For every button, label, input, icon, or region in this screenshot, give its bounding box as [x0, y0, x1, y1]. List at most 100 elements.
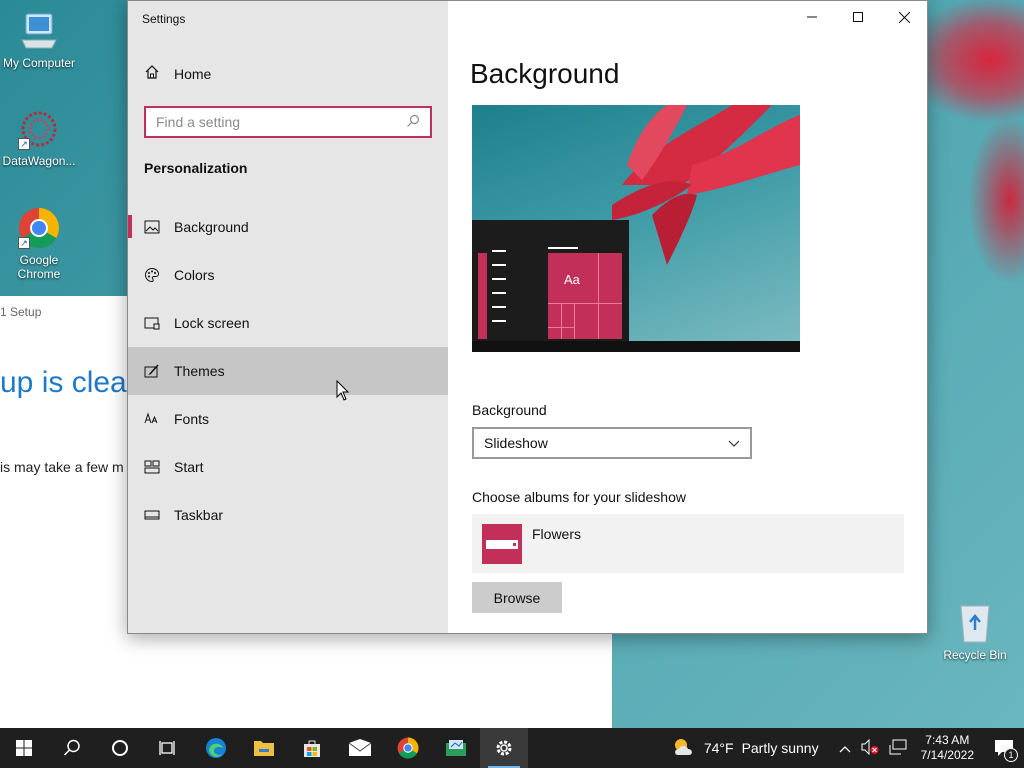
page-title: Background	[470, 58, 620, 89]
taskbar-edge[interactable]	[192, 728, 240, 768]
shortcut-arrow-icon: ↗	[18, 138, 30, 150]
shortcut-arrow-icon: ↗	[18, 237, 30, 249]
chrome-icon: ↗	[18, 207, 60, 249]
settings-icon	[496, 740, 512, 756]
taskbar-icon	[144, 507, 160, 523]
nav-item-label: Themes	[174, 363, 225, 379]
task-view-icon	[159, 741, 175, 755]
browse-button[interactable]: Browse	[472, 582, 562, 613]
desktop-icon-recycle-bin[interactable]: Recycle Bin	[938, 600, 1012, 662]
nav-home[interactable]: Home	[144, 64, 211, 83]
chevron-down-icon	[728, 435, 740, 451]
desktop-icon-my-computer[interactable]: My Computer	[0, 10, 78, 70]
setup-subtext: is may take a few m	[0, 459, 124, 475]
minimize-button[interactable]	[789, 1, 835, 33]
notification-center-button[interactable]: 1	[984, 728, 1024, 768]
maximize-button[interactable]	[835, 1, 881, 33]
nav-item-label: Fonts	[174, 411, 210, 427]
search-input[interactable]	[156, 114, 406, 130]
settings-main: Background Aa Background Slideshow Choos…	[448, 1, 927, 633]
start-icon	[144, 459, 160, 475]
store-icon	[304, 740, 320, 757]
task-view-button[interactable]	[144, 728, 192, 768]
nav-item-taskbar[interactable]: Taskbar	[128, 491, 448, 539]
clock[interactable]: 7:43 AM 7/14/2022	[911, 733, 984, 763]
albums-label: Choose albums for your slideshow	[472, 489, 686, 505]
nav-item-label: Background	[174, 219, 249, 235]
clock-date: 7/14/2022	[920, 748, 974, 762]
background-label: Background	[472, 402, 547, 418]
setup-window-title: 1 Setup	[0, 305, 42, 319]
taskbar: 74°F Partly sunny 7:43 AM 7/14/2022 1	[0, 728, 1024, 768]
computer-icon	[18, 10, 60, 52]
personalization-nav: Background Colors Lock screen Themes Fon…	[128, 203, 448, 539]
search-icon[interactable]	[406, 114, 420, 131]
app-icon	[446, 740, 466, 756]
taskbar-app[interactable]	[432, 728, 480, 768]
weather-icon[interactable]	[672, 737, 696, 760]
mail-icon	[348, 739, 372, 756]
taskbar-store[interactable]	[288, 728, 336, 768]
desktop-icon-label: DataWagon...	[2, 154, 76, 168]
background-dropdown-value: Slideshow	[484, 435, 548, 451]
album-folder-icon	[482, 524, 522, 564]
taskbar-file-explorer[interactable]	[240, 728, 288, 768]
nav-item-fonts[interactable]: Fonts	[128, 395, 448, 443]
taskbar-settings[interactable]	[480, 728, 528, 768]
settings-window: Settings Home Personalization Background	[127, 0, 928, 634]
notification-badge: 1	[1004, 748, 1018, 762]
desktop-icon-label: My Computer	[2, 56, 76, 70]
clock-time: 7:43 AM	[925, 733, 970, 747]
cortana-button[interactable]	[96, 728, 144, 768]
palette-icon	[144, 267, 160, 283]
settings-sidebar: Settings Home Personalization Background	[128, 1, 448, 633]
window-title: Settings	[142, 12, 186, 26]
fonts-icon	[144, 411, 160, 427]
network-icon[interactable]	[889, 739, 907, 758]
themes-icon	[144, 363, 160, 379]
chevron-up-icon[interactable]	[839, 740, 851, 756]
search-icon	[63, 739, 80, 756]
system-tray: 74°F Partly sunny 7:43 AM 7/14/2022 1	[672, 728, 1024, 768]
nav-item-label: Taskbar	[174, 507, 224, 523]
section-heading: Personalization	[144, 160, 248, 176]
search-button[interactable]	[48, 728, 96, 768]
search-box[interactable]	[144, 106, 432, 138]
close-button[interactable]	[881, 1, 927, 33]
nav-item-label: Start	[174, 459, 204, 475]
nav-item-label: Lock screen	[174, 315, 250, 331]
recycle-bin-icon	[955, 600, 995, 644]
start-button[interactable]	[0, 728, 48, 768]
desktop-icon-datawagon[interactable]: ↗ DataWagon...	[0, 108, 78, 168]
file-explorer-icon	[254, 741, 274, 756]
taskbar-mail[interactable]	[336, 728, 384, 768]
edge-icon	[206, 738, 226, 758]
desktop-icon-google-chrome[interactable]: ↗ Google Chrome	[0, 207, 78, 281]
start-menu-preview: Aa	[472, 220, 629, 341]
weather-text[interactable]: Partly sunny	[742, 740, 819, 756]
nav-item-lock-screen[interactable]: Lock screen	[128, 299, 448, 347]
nav-item-background[interactable]: Background	[128, 203, 448, 251]
mouse-cursor-icon	[336, 379, 350, 407]
nav-item-colors[interactable]: Colors	[128, 251, 448, 299]
nav-item-themes[interactable]: Themes	[128, 347, 448, 395]
weather-temperature[interactable]: 74°F	[704, 740, 734, 756]
datawagon-icon: ↗	[18, 108, 60, 150]
volume-muted-icon[interactable]	[861, 738, 879, 758]
background-dropdown[interactable]: Slideshow	[472, 427, 752, 459]
windows-logo-icon	[16, 740, 32, 756]
picture-icon	[144, 219, 160, 235]
window-controls	[789, 1, 927, 33]
taskbar-chrome[interactable]	[384, 728, 432, 768]
cortana-icon	[112, 740, 128, 756]
home-label: Home	[174, 65, 212, 82]
album-item-flowers[interactable]: Flowers	[472, 514, 904, 573]
home-icon	[144, 64, 160, 83]
nav-item-start[interactable]: Start	[128, 443, 448, 491]
desktop-icon-label: Google Chrome	[17, 253, 61, 281]
nav-item-label: Colors	[174, 267, 215, 283]
album-name: Flowers	[532, 526, 582, 542]
chrome-icon	[397, 737, 419, 759]
recycle-bin-label: Recycle Bin	[943, 648, 1007, 662]
preview-tile-text: Aa	[564, 272, 580, 287]
